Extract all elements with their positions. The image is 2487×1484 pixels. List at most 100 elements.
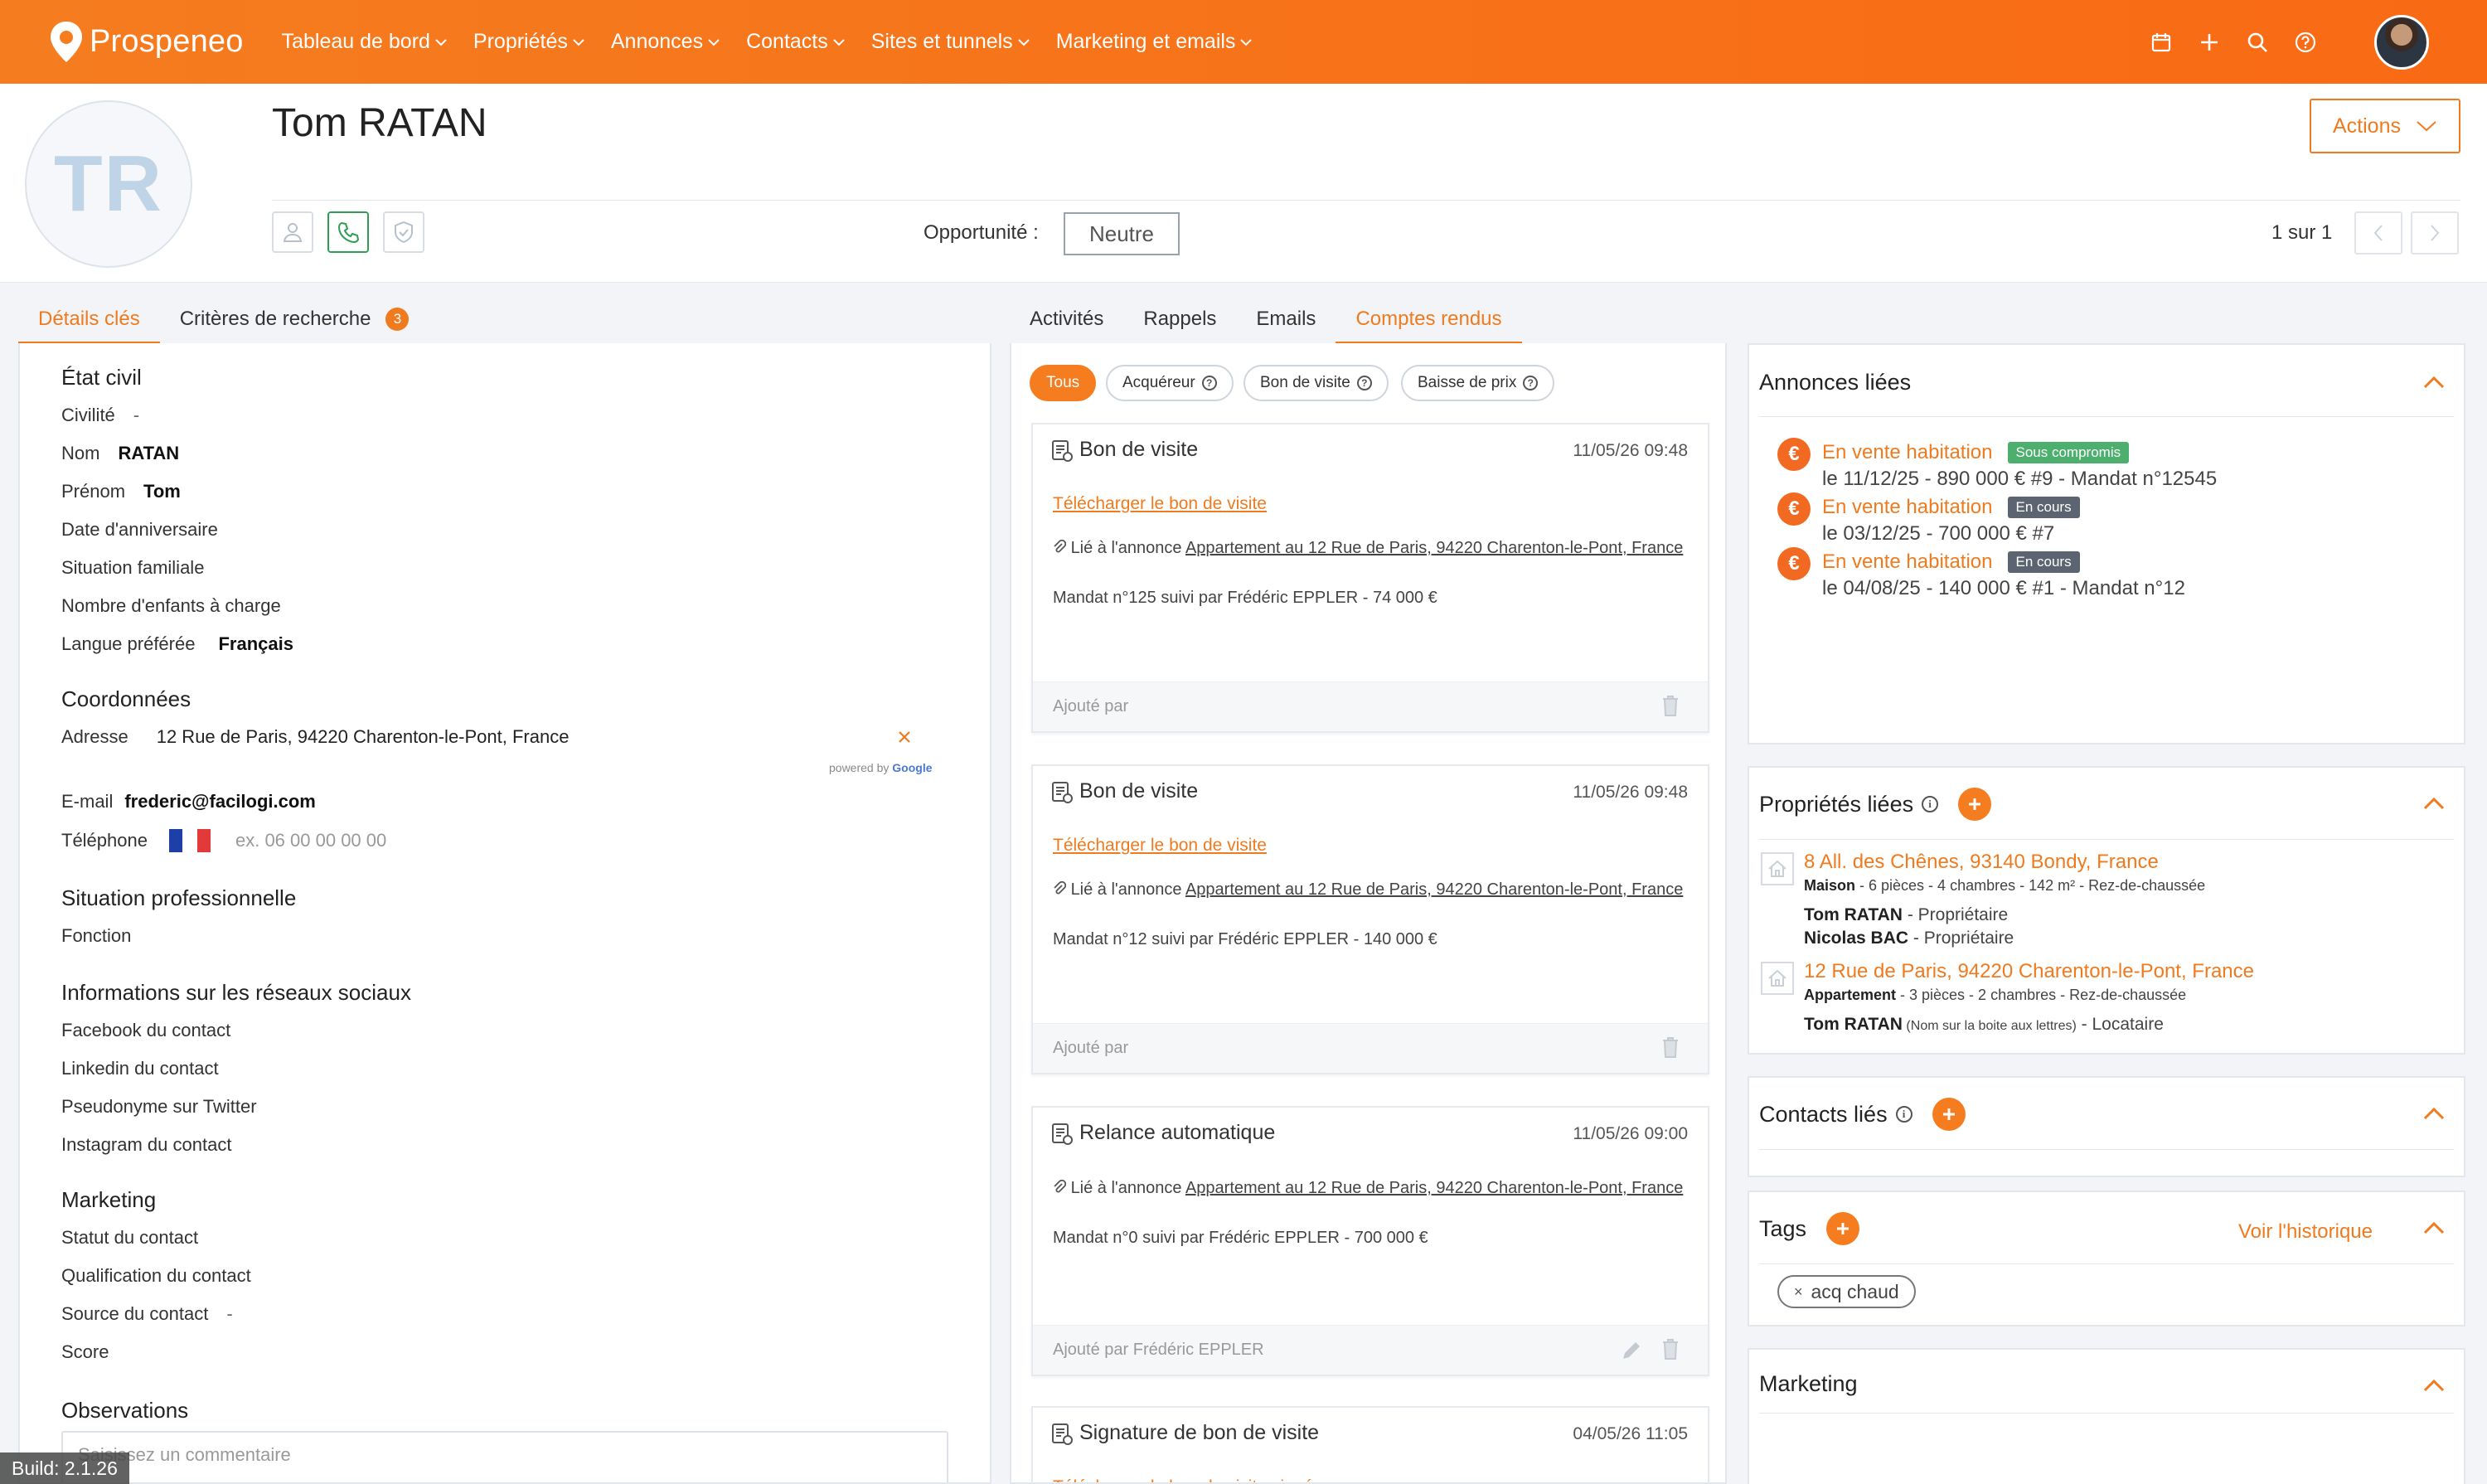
- nav-proprietes[interactable]: Propriétés: [473, 30, 584, 54]
- observations-textarea[interactable]: Saisissez un commentaire: [61, 1431, 948, 1482]
- info-icon[interactable]: i: [1922, 796, 1939, 812]
- paperclip-icon: [1054, 1179, 1067, 1193]
- listing-item[interactable]: En vente habitation En cours: [1822, 550, 2080, 574]
- chevron-up-icon[interactable]: [2422, 375, 2446, 390]
- report-card[interactable]: Bon de visite 11/05/26 09:48 Télécharger…: [1031, 423, 1709, 733]
- field-linkedin[interactable]: Linkedin du contact: [61, 1058, 219, 1079]
- tab-criteres-recherche[interactable]: Critères de recherche 3: [160, 294, 429, 344]
- owner-name: Tom RATAN: [1804, 905, 1903, 924]
- field-label: Date d'anniversaire: [61, 519, 218, 540]
- filter-baisse-de-prix[interactable]: Baisse de prix?: [1401, 365, 1555, 401]
- field-source[interactable]: Source du contact -: [61, 1303, 233, 1325]
- pencil-icon[interactable]: [1620, 1339, 1643, 1362]
- calendar-icon[interactable]: [2149, 30, 2174, 55]
- tab-activites[interactable]: Activités: [1010, 294, 1123, 344]
- related-prefix: Lié à l'annonce: [1070, 880, 1185, 899]
- tab-emails[interactable]: Emails: [1236, 294, 1336, 344]
- nav-marketing-emails[interactable]: Marketing et emails: [1056, 30, 1253, 54]
- report-card[interactable]: Signature de bon de visite 04/05/26 11:0…: [1031, 1406, 1709, 1482]
- plus-icon[interactable]: [2197, 30, 2222, 55]
- field-instagram[interactable]: Instagram du contact: [61, 1134, 231, 1156]
- field-situation-familiale[interactable]: Situation familiale: [61, 557, 204, 579]
- tag-history-link[interactable]: Voir l'historique: [2238, 1220, 2373, 1244]
- field-qualification[interactable]: Qualification du contact: [61, 1265, 251, 1287]
- listing-item[interactable]: En vente habitation Sous compromis: [1822, 441, 2130, 464]
- related-listing-link[interactable]: Appartement au 12 Rue de Paris, 94220 Ch…: [1185, 539, 1683, 557]
- filter-bon-de-visite[interactable]: Bon de visite?: [1244, 365, 1389, 401]
- field-fonction[interactable]: Fonction: [61, 925, 131, 947]
- field-facebook[interactable]: Facebook du contact: [61, 1020, 230, 1041]
- chevron-down-icon: [573, 38, 584, 46]
- report-footer: Ajouté par: [1033, 681, 1708, 731]
- download-link[interactable]: Télécharger le bon de visite signé: [1053, 1477, 1313, 1482]
- field-nom[interactable]: Nom RATAN: [61, 443, 179, 464]
- trash-icon[interactable]: [1661, 694, 1680, 717]
- tab-details-cles[interactable]: Détails clés: [18, 294, 160, 344]
- property-address[interactable]: 12 Rue de Paris, 94220 Charenton-le-Pont…: [1804, 960, 2254, 983]
- field-twitter[interactable]: Pseudonyme sur Twitter: [61, 1096, 257, 1118]
- info-icon[interactable]: i: [1895, 1106, 1913, 1123]
- nav-sites-tunnels[interactable]: Sites et tunnels: [871, 30, 1030, 54]
- tab-comptes-rendus[interactable]: Comptes rendus: [1336, 294, 1522, 344]
- help-icon[interactable]: [2293, 30, 2318, 55]
- trash-icon[interactable]: [1661, 1035, 1680, 1059]
- profile-button[interactable]: [272, 211, 313, 253]
- field-adresse[interactable]: Adresse 12 Rue de Paris, 94220 Charenton-…: [61, 726, 569, 748]
- report-card[interactable]: Relance automatique 11/05/26 09:00 Lié à…: [1031, 1106, 1709, 1376]
- chevron-up-icon[interactable]: [2422, 1220, 2446, 1235]
- tab-label: Critères de recherche: [179, 308, 371, 330]
- field-score[interactable]: Score: [61, 1341, 109, 1363]
- chevron-up-icon[interactable]: [2422, 796, 2446, 811]
- nav-annonces[interactable]: Annonces: [611, 30, 720, 54]
- actions-button[interactable]: Actions: [2310, 99, 2460, 153]
- tab-rappels[interactable]: Rappels: [1123, 294, 1236, 344]
- listing-item[interactable]: En vente habitation En cours: [1822, 496, 2080, 519]
- prev-contact-button[interactable]: [2354, 211, 2402, 255]
- consent-button[interactable]: [383, 211, 424, 253]
- add-contact-button[interactable]: [1932, 1098, 1966, 1131]
- phone-input[interactable]: ex. 06 00 00 00 00: [235, 830, 386, 851]
- property-type: Appartement: [1804, 987, 1897, 1003]
- activity-tabs: Activités Rappels Emails Comptes rendus: [1010, 294, 1522, 344]
- clear-address-icon[interactable]: [897, 730, 912, 744]
- related-listing-link[interactable]: Appartement au 12 Rue de Paris, 94220 Ch…: [1185, 1179, 1683, 1197]
- field-civilite[interactable]: Civilité -: [61, 405, 139, 426]
- opportunity-value[interactable]: Neutre: [1064, 212, 1180, 255]
- related-listing-link[interactable]: Appartement au 12 Rue de Paris, 94220 Ch…: [1185, 880, 1683, 899]
- france-flag-icon[interactable]: [168, 829, 211, 852]
- field-email[interactable]: E-mail frederic@facilogi.com: [61, 791, 316, 812]
- property-address[interactable]: 8 All. des Chênes, 93140 Bondy, France: [1804, 851, 2159, 874]
- field-prenom[interactable]: Prénom Tom: [61, 481, 181, 502]
- call-button[interactable]: [327, 211, 369, 253]
- report-card[interactable]: Bon de visite 11/05/26 09:48 Télécharger…: [1031, 764, 1709, 1074]
- nav-contacts[interactable]: Contacts: [746, 30, 845, 54]
- box-title-text: Annonces liées: [1759, 370, 1912, 395]
- chevron-up-icon[interactable]: [2422, 1378, 2446, 1393]
- filter-tous[interactable]: Tous: [1030, 365, 1097, 401]
- add-property-button[interactable]: [1958, 788, 1992, 821]
- user-avatar[interactable]: [2374, 14, 2429, 70]
- field-anniversaire[interactable]: Date d'anniversaire: [61, 519, 218, 541]
- contact-header: TR Tom RATAN Opportunité : Neutre 1 sur …: [0, 84, 2487, 283]
- trash-icon[interactable]: [1661, 1337, 1680, 1360]
- property-details: - 6 pièces - 4 chambres - 142 m² - Rez-d…: [1855, 877, 2206, 894]
- house-icon: [1761, 852, 1794, 885]
- search-icon[interactable]: [2245, 30, 2270, 55]
- field-enfants[interactable]: Nombre d'enfants à charge: [61, 595, 281, 617]
- chevron-up-icon[interactable]: [2422, 1106, 2446, 1121]
- remove-tag-icon[interactable]: ×: [1794, 1283, 1803, 1301]
- chevron-down-icon: [435, 38, 447, 46]
- tag-chip[interactable]: × acq chaud: [1777, 1275, 1916, 1308]
- next-contact-button[interactable]: [2411, 211, 2459, 255]
- field-langue[interactable]: Langue préférée Français: [61, 633, 293, 655]
- nav-tableau-de-bord[interactable]: Tableau de bord: [282, 30, 447, 54]
- download-link[interactable]: Télécharger le bon de visite: [1053, 494, 1267, 514]
- field-label: Pseudonyme sur Twitter: [61, 1096, 257, 1117]
- nav-label: Marketing et emails: [1055, 30, 1236, 53]
- field-statut[interactable]: Statut du contact: [61, 1227, 198, 1249]
- add-tag-button[interactable]: [1826, 1212, 1860, 1245]
- filter-acquereur[interactable]: Acquéreur?: [1106, 365, 1234, 401]
- app-logo[interactable]: Prospeneo: [48, 0, 244, 84]
- download-link[interactable]: Télécharger le bon de visite: [1053, 836, 1267, 856]
- report-related-listing: Lié à l'annonce Appartement au 12 Rue de…: [1053, 879, 1691, 901]
